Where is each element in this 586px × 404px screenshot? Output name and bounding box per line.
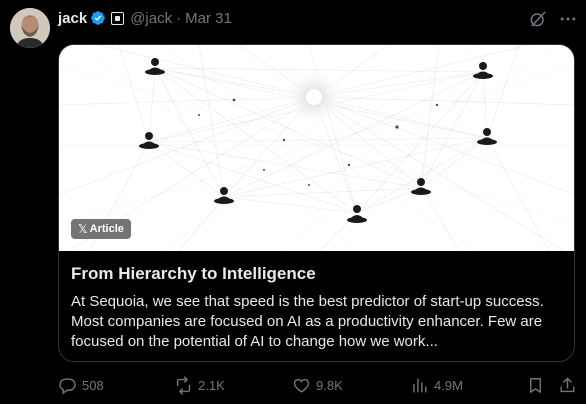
reply-count: 508 — [82, 377, 104, 393]
article-description: At Sequoia, we see that speed is the bes… — [71, 293, 544, 350]
heart-icon — [293, 378, 310, 393]
affiliation-badge-icon[interactable] — [111, 11, 125, 25]
author-handle[interactable]: @jack — [130, 10, 172, 27]
repost-button[interactable]: 2.1K — [174, 374, 225, 396]
x-logo-icon: 𝕏 — [78, 222, 88, 236]
repost-icon — [176, 375, 191, 395]
verified-badge-icon[interactable] — [90, 10, 106, 26]
post-date[interactable]: Mar 31 — [185, 10, 232, 27]
like-button[interactable]: 9.8K — [292, 374, 343, 396]
more-options-icon[interactable] — [558, 9, 578, 29]
tweet-header: jack @jack · Mar 31 — [58, 8, 232, 28]
article-badge-label: Article — [89, 223, 124, 235]
avatar-image — [10, 8, 50, 48]
grok-icon[interactable] — [528, 9, 548, 29]
article-badge: 𝕏 Article — [71, 219, 131, 239]
article-card[interactable]: 𝕏 Article From Hierarchy to Intelligence… — [58, 44, 575, 362]
reply-icon — [59, 377, 76, 394]
network-illustration — [59, 45, 574, 252]
bookmark-icon — [530, 377, 541, 393]
repost-count: 2.1K — [198, 377, 225, 393]
avatar[interactable] — [10, 8, 50, 48]
share-icon — [560, 377, 575, 392]
views-button[interactable]: 4.9M — [410, 374, 463, 396]
tweet-actions: 508 2.1K 9.8K 4.9M — [58, 374, 580, 396]
views-chart-icon — [413, 377, 427, 393]
bookmark-button[interactable] — [526, 374, 550, 396]
like-count: 9.8K — [316, 377, 343, 393]
article-cover-image[interactable] — [59, 45, 574, 252]
article-title[interactable]: From Hierarchy to Intelligence — [71, 263, 561, 285]
separator-dot: · — [176, 9, 182, 27]
reply-button[interactable]: 508 — [58, 374, 104, 396]
author-name[interactable]: jack — [58, 10, 87, 27]
share-button[interactable] — [558, 374, 582, 396]
view-count: 4.9M — [434, 377, 463, 393]
